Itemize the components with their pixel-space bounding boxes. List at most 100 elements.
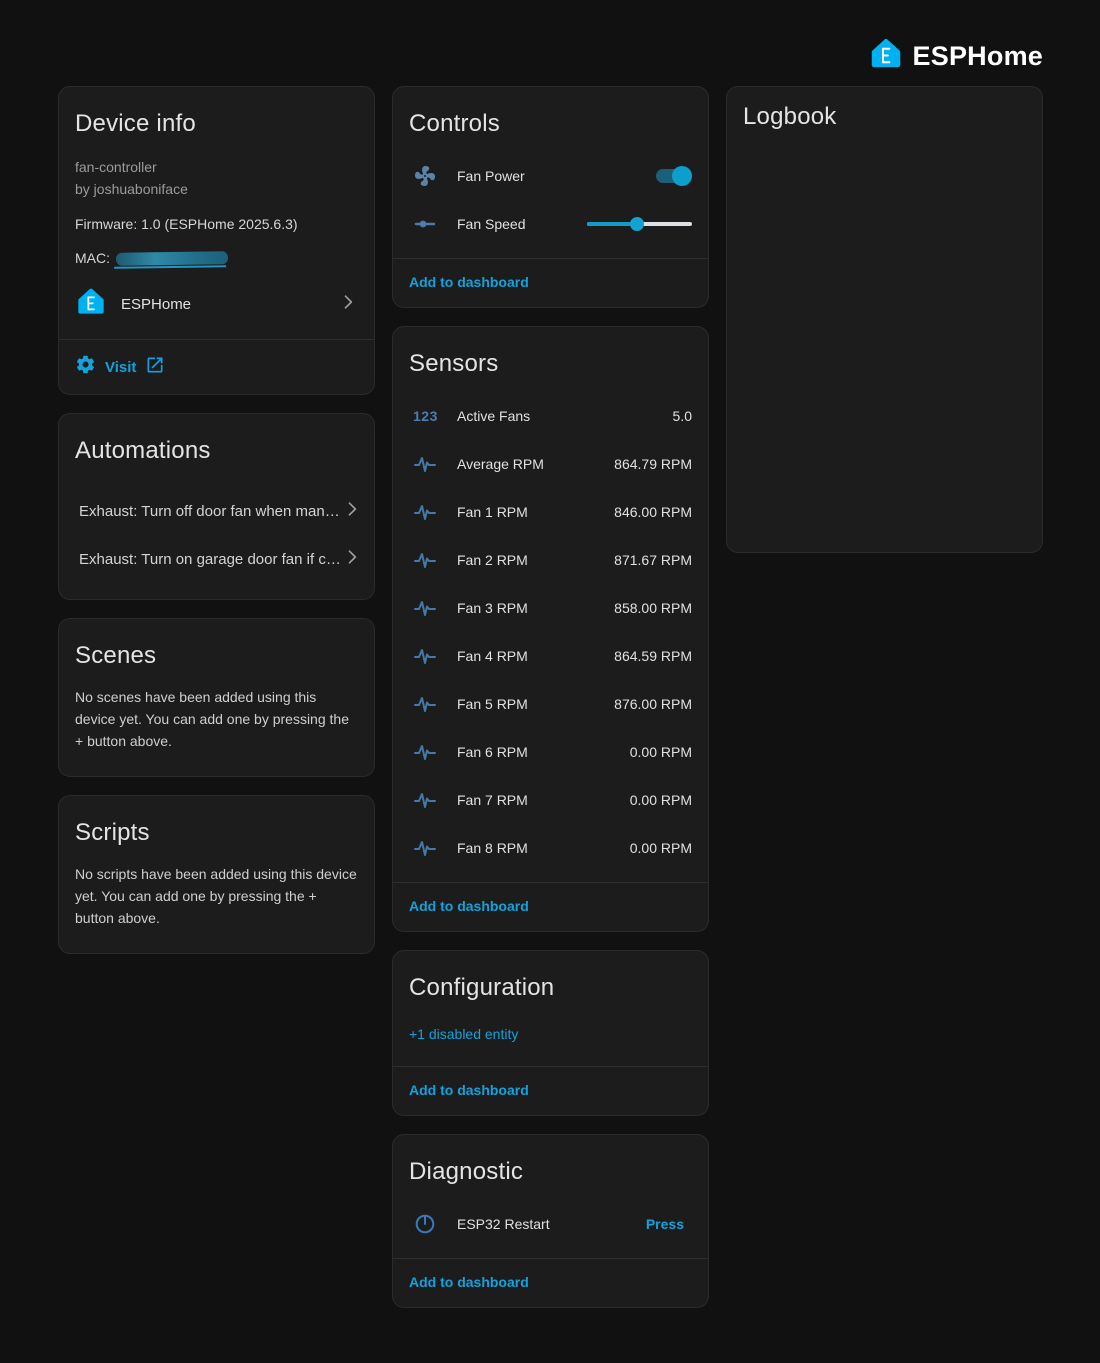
esphome-brand: ESPHome — [868, 36, 1043, 77]
mac-redaction — [116, 251, 228, 266]
sensor-label: Fan 1 RPM — [457, 504, 614, 520]
sensor-label: Fan 5 RPM — [457, 696, 614, 712]
device-page: ESPHome Device info fan-controller by jo… — [0, 0, 1100, 1363]
automation-label: Exhaust: Turn on garage door fan if co… — [79, 551, 342, 568]
sensor-row[interactable]: Fan 2 RPM871.67 RPM — [393, 536, 708, 584]
esphome-logo-icon — [868, 36, 904, 77]
sensor-value: 0.00 RPM — [630, 744, 692, 760]
sensor-label: Fan 2 RPM — [457, 552, 614, 568]
integration-name: ESPHome — [121, 296, 324, 313]
brand-title: ESPHome — [913, 41, 1043, 72]
scripts-title: Scripts — [59, 796, 374, 855]
firmware-line: Firmware: 1.0 (ESPHome 2025.6.3) — [75, 214, 358, 234]
device-name: fan-controller — [75, 156, 358, 178]
sensor-value: 858.00 RPM — [614, 600, 692, 616]
middle-column: Controls Fan Power — [392, 86, 709, 1308]
add-to-dashboard-link[interactable]: Add to dashboard — [409, 898, 529, 914]
automation-label: Exhaust: Turn off door fan when man d… — [79, 503, 342, 520]
automations-title: Automations — [59, 414, 374, 473]
sensor-value: 0.00 RPM — [630, 792, 692, 808]
sensor-row-active-fans[interactable]: 123 Active Fans 5.0 — [393, 392, 708, 440]
sensor-value: 876.00 RPM — [614, 696, 692, 712]
sensor-label: Fan 4 RPM — [457, 648, 614, 664]
diagnostic-title: Diagnostic — [393, 1135, 708, 1194]
device-by-line: by joshuaboniface — [75, 178, 358, 200]
sensor-label: Average RPM — [457, 456, 614, 472]
diagnostic-card: Diagnostic ESP32 Restart Press Add to da… — [392, 1134, 709, 1308]
sensor-label: Fan 8 RPM — [457, 840, 630, 856]
configuration-title: Configuration — [393, 951, 708, 1010]
automation-row[interactable]: Exhaust: Turn off door fan when man d… — [59, 487, 374, 535]
power-icon — [413, 1212, 457, 1236]
sensor-value: 0.00 RPM — [630, 840, 692, 856]
sensor-value: 864.79 RPM — [614, 456, 692, 472]
fan-power-row[interactable]: Fan Power — [393, 152, 708, 200]
sensor-label: Active Fans — [457, 408, 673, 424]
fan-power-toggle[interactable] — [656, 169, 692, 183]
device-info-title: Device info — [59, 87, 374, 146]
add-to-dashboard-link[interactable]: Add to dashboard — [409, 1082, 529, 1098]
sensor-label: Fan 3 RPM — [457, 600, 614, 616]
esp32-restart-row[interactable]: ESP32 Restart Press — [393, 1200, 708, 1248]
restart-label: ESP32 Restart — [457, 1216, 638, 1232]
sensor-label: Fan 6 RPM — [457, 744, 630, 760]
sensor-value: 5.0 — [673, 408, 692, 424]
fan-speed-label: Fan Speed — [457, 216, 587, 232]
page-header: ESPHome — [0, 0, 1100, 86]
chevron-right-icon — [338, 292, 358, 317]
scenes-title: Scenes — [59, 619, 374, 678]
scripts-empty-text: No scripts have been added using this de… — [59, 855, 374, 953]
configuration-card: Configuration +1 disabled entity Add to … — [392, 950, 709, 1116]
visit-link[interactable]: Visit — [75, 354, 165, 380]
gear-icon — [75, 354, 96, 380]
pulse-icon — [413, 452, 457, 476]
sensor-value: 846.00 RPM — [614, 504, 692, 520]
sensor-row[interactable]: Fan 5 RPM876.00 RPM — [393, 680, 708, 728]
sensors-card: Sensors 123 Active Fans 5.0 Average RPM8… — [392, 326, 709, 932]
scenes-empty-text: No scenes have been added using this dev… — [59, 678, 374, 776]
pulse-icon — [413, 644, 457, 668]
fan-power-label: Fan Power — [457, 168, 656, 184]
pulse-icon — [413, 596, 457, 620]
right-column: Logbook — [726, 86, 1043, 553]
scenes-card: Scenes No scenes have been added using t… — [58, 618, 375, 777]
device-info-card: Device info fan-controller by joshuaboni… — [58, 86, 375, 395]
automations-card: Automations Exhaust: Turn off door fan w… — [58, 413, 375, 600]
sensor-row[interactable]: Fan 7 RPM0.00 RPM — [393, 776, 708, 824]
slider-knob[interactable] — [630, 217, 644, 231]
pulse-icon — [413, 788, 457, 812]
esphome-logo-icon — [75, 286, 107, 323]
disabled-entities-link[interactable]: +1 disabled entity — [409, 1026, 518, 1042]
pulse-icon — [413, 500, 457, 524]
automation-row[interactable]: Exhaust: Turn on garage door fan if co… — [59, 535, 374, 583]
add-to-dashboard-link[interactable]: Add to dashboard — [409, 1274, 529, 1290]
sensor-row[interactable]: Fan 8 RPM0.00 RPM — [393, 824, 708, 872]
sensor-value: 871.67 RPM — [614, 552, 692, 568]
sensor-label: Fan 7 RPM — [457, 792, 630, 808]
scripts-card: Scripts No scripts have been added using… — [58, 795, 375, 954]
open-in-new-icon — [145, 355, 165, 380]
integration-row-esphome[interactable]: ESPHome — [59, 268, 374, 339]
slider-icon — [413, 212, 457, 236]
sensors-title: Sensors — [393, 327, 708, 386]
sensor-row[interactable]: Fan 1 RPM846.00 RPM — [393, 488, 708, 536]
pulse-icon — [413, 692, 457, 716]
fan-icon — [413, 164, 457, 188]
fan-speed-row[interactable]: Fan Speed — [393, 200, 708, 248]
controls-card: Controls Fan Power — [392, 86, 709, 308]
sensor-row[interactable]: Average RPM864.79 RPM — [393, 440, 708, 488]
sensor-row[interactable]: Fan 3 RPM858.00 RPM — [393, 584, 708, 632]
add-to-dashboard-link[interactable]: Add to dashboard — [409, 274, 529, 290]
logbook-card: Logbook — [726, 86, 1043, 553]
controls-title: Controls — [393, 87, 708, 146]
sensor-row[interactable]: Fan 4 RPM864.59 RPM — [393, 632, 708, 680]
fan-speed-slider[interactable] — [587, 217, 692, 231]
sensor-value: 864.59 RPM — [614, 648, 692, 664]
pulse-icon — [413, 836, 457, 860]
chevron-right-icon — [342, 547, 362, 572]
logbook-title: Logbook — [727, 87, 1042, 139]
press-button[interactable]: Press — [638, 1212, 692, 1236]
pulse-icon — [413, 740, 457, 764]
pulse-icon — [413, 548, 457, 572]
sensor-row[interactable]: Fan 6 RPM0.00 RPM — [393, 728, 708, 776]
